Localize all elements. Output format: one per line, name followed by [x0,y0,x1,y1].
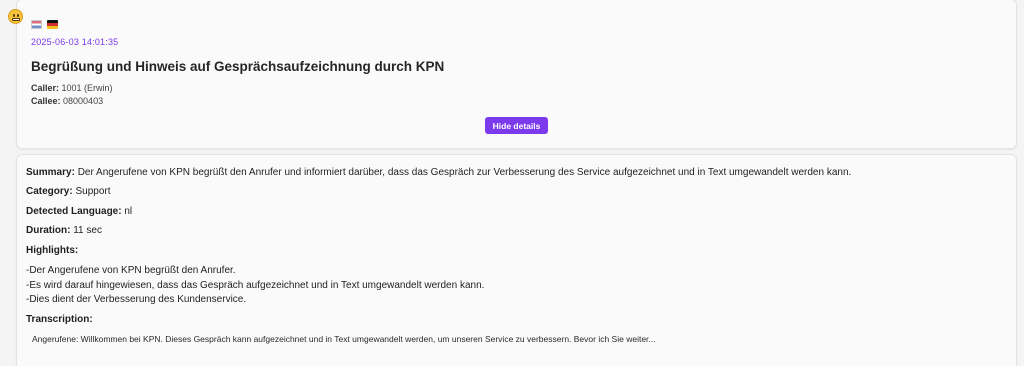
language-label: Detected Language: [26,206,122,217]
call-title: Begrüßung und Hinweis auf Gesprächsaufze… [31,59,445,74]
grimacing-face-icon [8,9,23,24]
callee-value: 08000403 [63,96,104,106]
language-value: nl [124,206,133,217]
category-label: Category: [26,186,73,197]
duration-label: Duration: [26,225,71,236]
caller-value: 1001 (Erwin) [61,83,113,93]
category-value: Support [75,186,111,197]
summary-label: Summary: [26,167,75,178]
highlight-item: -Es wird darauf hingewiesen, dass das Ge… [26,280,485,291]
summary-row: Summary: Der Angerufene von KPN begrüßt … [26,167,851,178]
hide-details-button[interactable]: Hide details [485,117,548,134]
language-row: Detected Language: nl [26,206,132,217]
summary-value: Der Angerufene von KPN begrüßt den Anruf… [77,167,852,178]
highlight-item: -Dies dient der Verbesserung des Kundens… [26,294,247,305]
duration-row: Duration: 11 sec [26,225,102,236]
flag-nl-icon [31,20,42,29]
duration-value: 11 sec [73,225,102,236]
transcription-heading: Transcription: [26,314,93,325]
highlights-heading: Highlights: [26,245,78,256]
transcription-text: Angerufene: Willkommen bei KPN. Dieses G… [32,334,656,344]
highlights-label: Highlights: [26,245,79,256]
callee-info: Callee: 08000403 [31,96,103,106]
caller-label: Caller: [31,83,60,93]
callee-label: Callee: [31,96,61,106]
flag-de-icon [47,20,58,29]
category-row: Category: Support [26,186,111,197]
highlight-item: -Der Angerufene von KPN begrüßt den Anru… [26,265,236,276]
call-timestamp: 2025-06-03 14:01:35 [31,37,119,47]
transcription-label: Transcription: [26,314,93,325]
caller-info: Caller: 1001 (Erwin) [31,83,113,93]
